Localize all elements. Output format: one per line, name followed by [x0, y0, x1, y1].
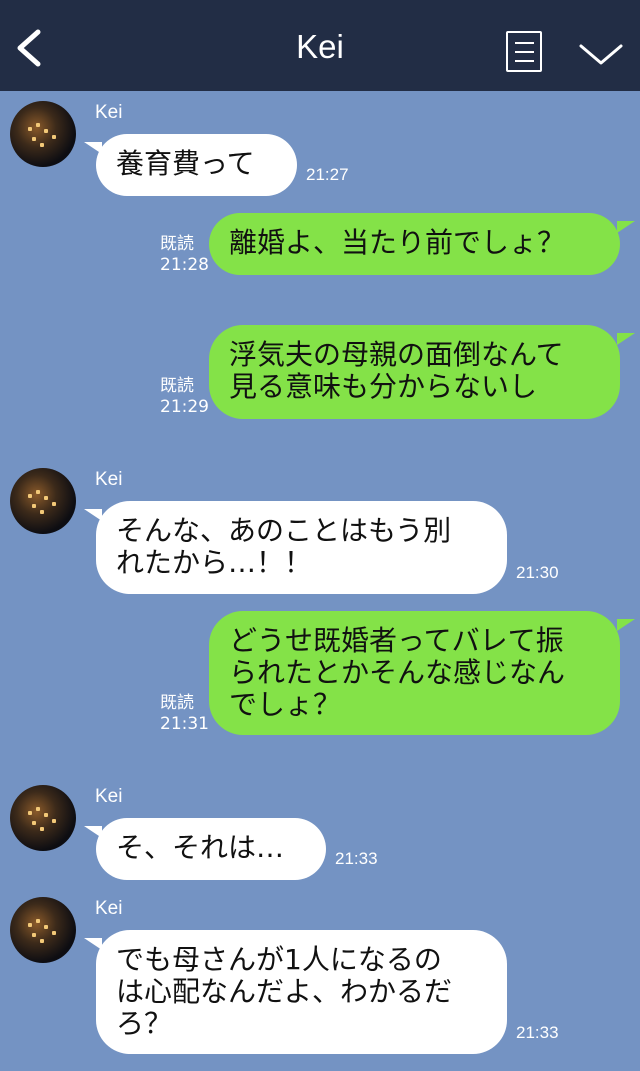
sender-name: Kei	[95, 469, 123, 490]
message-bubble[interactable]: 養育費って	[96, 134, 297, 196]
message-text: どうせ既婚者ってバレて振	[229, 624, 564, 657]
read-receipt: 既読 21:31	[160, 693, 209, 734]
message-text: でしょ？	[229, 688, 342, 721]
message-text: れたから…！！	[116, 546, 313, 579]
message-bubble[interactable]: そ、それは…	[96, 818, 326, 880]
message-text: られたとかそんな感じなん	[229, 656, 566, 689]
bubble-tail	[617, 619, 635, 631]
message-bubble[interactable]: でも母さんが1人になるの は心配なんだよ、わかるだ ろ？	[96, 930, 507, 1054]
sender-name: Kei	[95, 786, 123, 807]
message-bubble[interactable]: どうせ既婚者ってバレて振 られたとかそんな感じなん でしょ？	[209, 611, 620, 735]
message-text: そ、それは…	[116, 831, 285, 864]
sender-name: Kei	[95, 102, 123, 123]
chat-header: Kei	[0, 0, 640, 91]
avatar[interactable]	[10, 468, 76, 534]
message-bubble[interactable]: 浮気夫の母親の面倒なんて 見る意味も分からないし	[209, 325, 620, 419]
sender-name: Kei	[95, 898, 123, 919]
message-time: 21:33	[335, 849, 378, 868]
avatar[interactable]	[10, 101, 76, 167]
chat-title: Kei	[296, 28, 344, 65]
bubble-tail	[617, 221, 635, 233]
message-text: 養育費って	[116, 147, 255, 180]
message-time: 21:30	[516, 563, 559, 582]
note-icon[interactable]	[506, 31, 542, 72]
message-text: 浮気夫の母親の面倒なんて	[229, 338, 564, 371]
message-text: でも母さんが1人になるの	[116, 943, 442, 976]
chevron-down-icon[interactable]	[578, 34, 624, 70]
avatar[interactable]	[10, 897, 76, 963]
message-bubble[interactable]: 離婚よ、当たり前でしょ？	[209, 213, 620, 275]
message-bubble[interactable]: そんな、あのことはもう別 れたから…！！	[96, 501, 507, 594]
message-text: は心配なんだよ、わかるだ	[116, 975, 453, 1008]
message-text: 見る意味も分からないし	[229, 370, 538, 403]
message-text: ろ？	[116, 1007, 173, 1040]
message-time: 21:33	[516, 1023, 559, 1042]
avatar[interactable]	[10, 785, 76, 851]
read-receipt: 既読 21:28	[160, 234, 209, 275]
message-text: そんな、あのことはもう別	[116, 514, 452, 547]
read-receipt: 既読 21:29	[160, 376, 209, 417]
message-text: 離婚よ、当たり前でしょ？	[229, 226, 566, 259]
message-time: 21:27	[306, 165, 349, 184]
bubble-tail	[617, 333, 635, 345]
